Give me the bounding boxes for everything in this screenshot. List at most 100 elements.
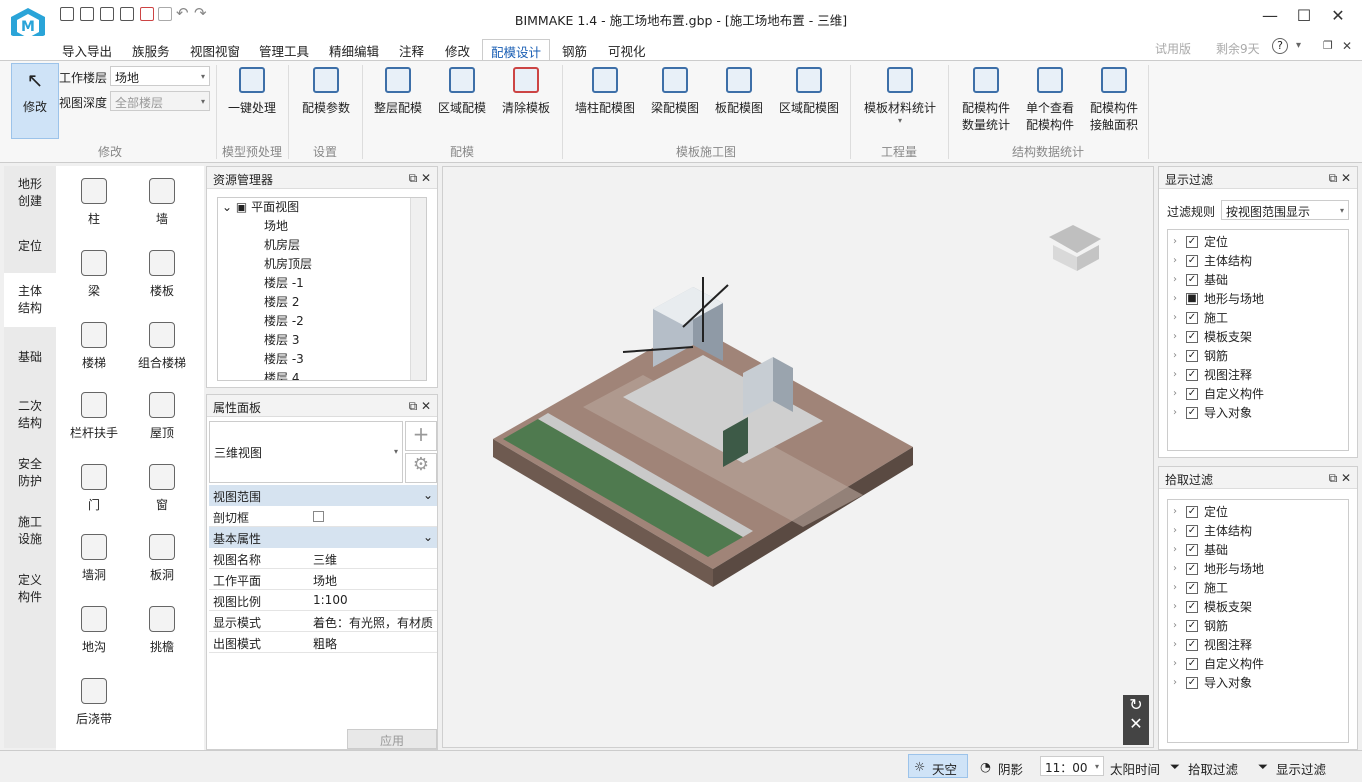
filter-item[interactable]: › ■ 地形与场地 bbox=[1168, 289, 1348, 308]
slab-opening-tool[interactable]: 板洞 bbox=[132, 534, 192, 583]
display-filter-toggle[interactable]: 显示过滤 bbox=[1276, 759, 1326, 778]
slab-map-button[interactable]: 板配模图 bbox=[708, 63, 770, 116]
filter-item[interactable]: › ✓ 视图注释 bbox=[1168, 365, 1348, 384]
modify-button[interactable]: ↖ 修改 bbox=[11, 63, 59, 139]
rotate-icon[interactable]: ↻ bbox=[1123, 695, 1149, 714]
count-stats-button[interactable]: 配模构件 数量统计 bbox=[954, 63, 1018, 133]
shadow-toggle[interactable]: 阴影 bbox=[998, 759, 1023, 778]
beam-tool[interactable]: 梁 bbox=[64, 250, 124, 299]
filter-item[interactable]: › ✓ 主体结构 bbox=[1168, 251, 1348, 270]
beam-map-button[interactable]: 梁配模图 bbox=[644, 63, 706, 116]
prop-value[interactable]: 场地 bbox=[313, 572, 337, 588]
close-button[interactable]: ✕ bbox=[1323, 6, 1353, 25]
railing-tool[interactable]: 栏杆扶手 bbox=[64, 392, 124, 441]
work-level-select[interactable]: 场地 ▾ bbox=[110, 66, 210, 86]
wall-opening-tool[interactable]: 墙洞 bbox=[64, 534, 124, 583]
pick-item[interactable]: › ✓ 导入对象 bbox=[1168, 673, 1348, 692]
pick-item[interactable]: › ✓ 施工 bbox=[1168, 578, 1348, 597]
stair-tool[interactable]: 楼梯 bbox=[64, 322, 124, 371]
apply-button[interactable]: 应用 bbox=[347, 729, 437, 749]
filter-item[interactable]: › ✓ 钢筋 bbox=[1168, 346, 1348, 365]
viewcube-house-icon[interactable] bbox=[1048, 222, 1104, 272]
pick-item[interactable]: › ✓ 定位 bbox=[1168, 502, 1348, 521]
pick-item[interactable]: › ✓ 钢筋 bbox=[1168, 616, 1348, 635]
gear-icon[interactable]: ⚙ bbox=[405, 453, 437, 483]
panel-close-icon[interactable]: ⧉ ✕ bbox=[1329, 171, 1351, 186]
filter-item[interactable]: › ✓ 导入对象 bbox=[1168, 403, 1348, 422]
single-view-button[interactable]: 单个查看 配模构件 bbox=[1020, 63, 1080, 133]
help-icon[interactable]: ? bbox=[1272, 38, 1288, 54]
crop-box-checkbox[interactable] bbox=[313, 511, 324, 522]
area-mold-button[interactable]: 区域配模 bbox=[432, 63, 492, 116]
tree-item[interactable]: 场地 bbox=[222, 217, 426, 236]
doc-close-icon[interactable]: ✕ bbox=[1342, 39, 1352, 53]
close-view-icon[interactable]: ✕ bbox=[1123, 714, 1149, 733]
tab-custom[interactable]: 定义 构件 bbox=[4, 558, 56, 620]
panel-close-icon[interactable]: ⧉ ✕ bbox=[409, 171, 431, 186]
tree-scrollbar[interactable] bbox=[410, 198, 426, 380]
tab-facilities[interactable]: 施工 设施 bbox=[4, 504, 56, 558]
tab-visualization[interactable]: 可视化 bbox=[600, 39, 654, 61]
tab-modify[interactable]: 修改 bbox=[437, 39, 478, 61]
prop-value[interactable]: 粗略 bbox=[313, 635, 337, 651]
tab-fine-edit[interactable]: 精细编辑 bbox=[321, 39, 387, 61]
tree-item[interactable]: 楼层 3 bbox=[222, 331, 426, 350]
prop-value[interactable]: 着色：有光照，有材质 bbox=[313, 614, 433, 630]
tab-safety[interactable]: 安全 防护 bbox=[4, 442, 56, 504]
pick-item[interactable]: › ✓ 模板支架 bbox=[1168, 597, 1348, 616]
tab-location[interactable]: 定位 bbox=[4, 220, 56, 273]
tab-import-export[interactable]: 导入导出 bbox=[54, 39, 120, 61]
maximize-button[interactable]: ☐ bbox=[1289, 6, 1319, 25]
collapse-icon[interactable]: ▾ bbox=[1296, 40, 1301, 51]
pick-item[interactable]: › ✓ 地形与场地 bbox=[1168, 559, 1348, 578]
material-stats-button[interactable]: 模板材料统计 ▾ bbox=[858, 63, 942, 125]
filter-rule-select[interactable]: 按视图范围显示 ▾ bbox=[1221, 200, 1349, 220]
view-nav-controls[interactable]: ↻ ✕ bbox=[1123, 695, 1149, 745]
pick-item[interactable]: › ✓ 自定义构件 bbox=[1168, 654, 1348, 673]
floor-slab-tool[interactable]: 楼板 bbox=[132, 250, 192, 299]
tab-formwork-design[interactable]: 配模设计 bbox=[482, 39, 551, 61]
prop-value[interactable]: 三维 bbox=[313, 551, 337, 567]
pick-item[interactable]: › ✓ 视图注释 bbox=[1168, 635, 1348, 654]
door-tool[interactable]: 门 bbox=[64, 464, 124, 513]
tab-manage-tools[interactable]: 管理工具 bbox=[251, 39, 317, 61]
panel-close-icon[interactable]: ⧉ ✕ bbox=[1329, 471, 1351, 486]
window-tool[interactable]: 窗 bbox=[132, 464, 192, 513]
view-depth-select[interactable]: 全部楼层 ▾ bbox=[110, 91, 210, 111]
post-cast-strip-tool[interactable]: 后浇带 bbox=[64, 678, 124, 727]
pick-filter-toggle[interactable]: 拾取过滤 bbox=[1188, 759, 1238, 778]
tab-family-service[interactable]: 族服务 bbox=[124, 39, 178, 61]
tab-annotation[interactable]: 注释 bbox=[391, 39, 432, 61]
filter-item[interactable]: › ✓ 定位 bbox=[1168, 232, 1348, 251]
tab-terrain[interactable]: 地形 创建 bbox=[4, 166, 56, 220]
tree-root-plan-view[interactable]: ⌄ ▣ 平面视图 bbox=[222, 198, 426, 217]
roof-tool[interactable]: 屋顶 bbox=[132, 392, 192, 441]
tab-secondary-structure[interactable]: 二次 结构 bbox=[4, 388, 56, 442]
clear-template-button[interactable]: 清除模板 bbox=[496, 63, 556, 116]
tree-item[interactable]: 楼层 -2 bbox=[222, 312, 426, 331]
minimize-button[interactable]: — bbox=[1255, 6, 1285, 25]
one-click-button[interactable]: 一键处理 bbox=[222, 63, 282, 116]
column-tool[interactable]: 柱 bbox=[64, 178, 124, 227]
pick-item[interactable]: › ✓ 主体结构 bbox=[1168, 521, 1348, 540]
filter-item[interactable]: › ✓ 模板支架 bbox=[1168, 327, 1348, 346]
add-icon[interactable]: + bbox=[405, 421, 437, 451]
section-view-range[interactable]: 视图范围 ⌄ bbox=[209, 485, 437, 506]
restore-icon[interactable]: ❐ bbox=[1323, 39, 1333, 52]
shadow-icon[interactable]: ◔ bbox=[980, 759, 991, 774]
tree-item[interactable]: 机房顶层 bbox=[222, 255, 426, 274]
view-type-select[interactable]: 三维视图 ▾ bbox=[209, 421, 403, 483]
wall-col-map-button[interactable]: 墙柱配模图 bbox=[570, 63, 640, 116]
area-map-button[interactable]: 区域配模图 bbox=[774, 63, 844, 116]
tab-view-window[interactable]: 视图视窗 bbox=[182, 39, 248, 61]
tab-rebar[interactable]: 钢筋 bbox=[554, 39, 595, 61]
formwork-params-button[interactable]: 配模参数 bbox=[296, 63, 356, 116]
tree-item[interactable]: 楼层 -3 bbox=[222, 350, 426, 369]
tab-foundation[interactable]: 基础 bbox=[4, 327, 56, 388]
tree-item[interactable]: 机房层 bbox=[222, 236, 426, 255]
panel-close-icon[interactable]: ⧉ ✕ bbox=[409, 399, 431, 414]
combo-stair-tool[interactable]: 组合楼梯 bbox=[132, 322, 192, 371]
time-select[interactable]: 11：00 ▾ bbox=[1040, 756, 1104, 776]
contact-area-button[interactable]: 配模构件 接触面积 bbox=[1082, 63, 1146, 133]
pick-item[interactable]: › ✓ 基础 bbox=[1168, 540, 1348, 559]
